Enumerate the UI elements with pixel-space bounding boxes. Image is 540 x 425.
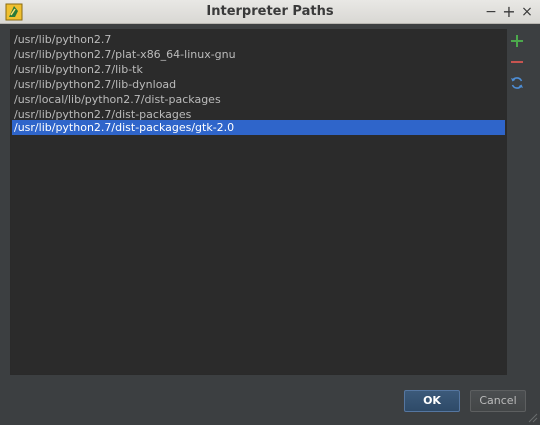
ok-button[interactable]: OK (404, 390, 460, 412)
add-icon[interactable] (509, 33, 525, 49)
close-button[interactable]: × (518, 2, 536, 22)
interpreter-paths-dialog: Interpreter Paths − + × /usr/lib/python2… (0, 0, 540, 425)
resize-grip-icon[interactable] (526, 411, 538, 423)
list-item[interactable]: /usr/lib/python2.7/lib-dynload (12, 77, 506, 92)
maximize-button[interactable]: + (500, 2, 518, 22)
window-title: Interpreter Paths (206, 4, 334, 19)
list-item-selected[interactable]: /usr/lib/python2.7/dist-packages/gtk-2.0 (12, 120, 506, 135)
interpreter-paths-list[interactable]: /usr/lib/python2.7 /usr/lib/python2.7/pl… (10, 29, 507, 375)
list-divider (505, 29, 507, 375)
remove-icon[interactable] (509, 54, 525, 70)
minimize-button[interactable]: − (482, 2, 500, 22)
list-item[interactable]: /usr/local/lib/python2.7/dist-packages (12, 92, 506, 107)
refresh-icon[interactable] (509, 75, 525, 91)
list-item[interactable]: /usr/lib/python2.7/plat-x86_64-linux-gnu (12, 47, 506, 62)
title-bar[interactable]: Interpreter Paths − + × (0, 0, 540, 24)
list-item[interactable]: /usr/lib/python2.7/lib-tk (12, 62, 506, 77)
list-item[interactable]: /usr/lib/python2.7 (12, 32, 506, 47)
cancel-button[interactable]: Cancel (470, 390, 526, 412)
